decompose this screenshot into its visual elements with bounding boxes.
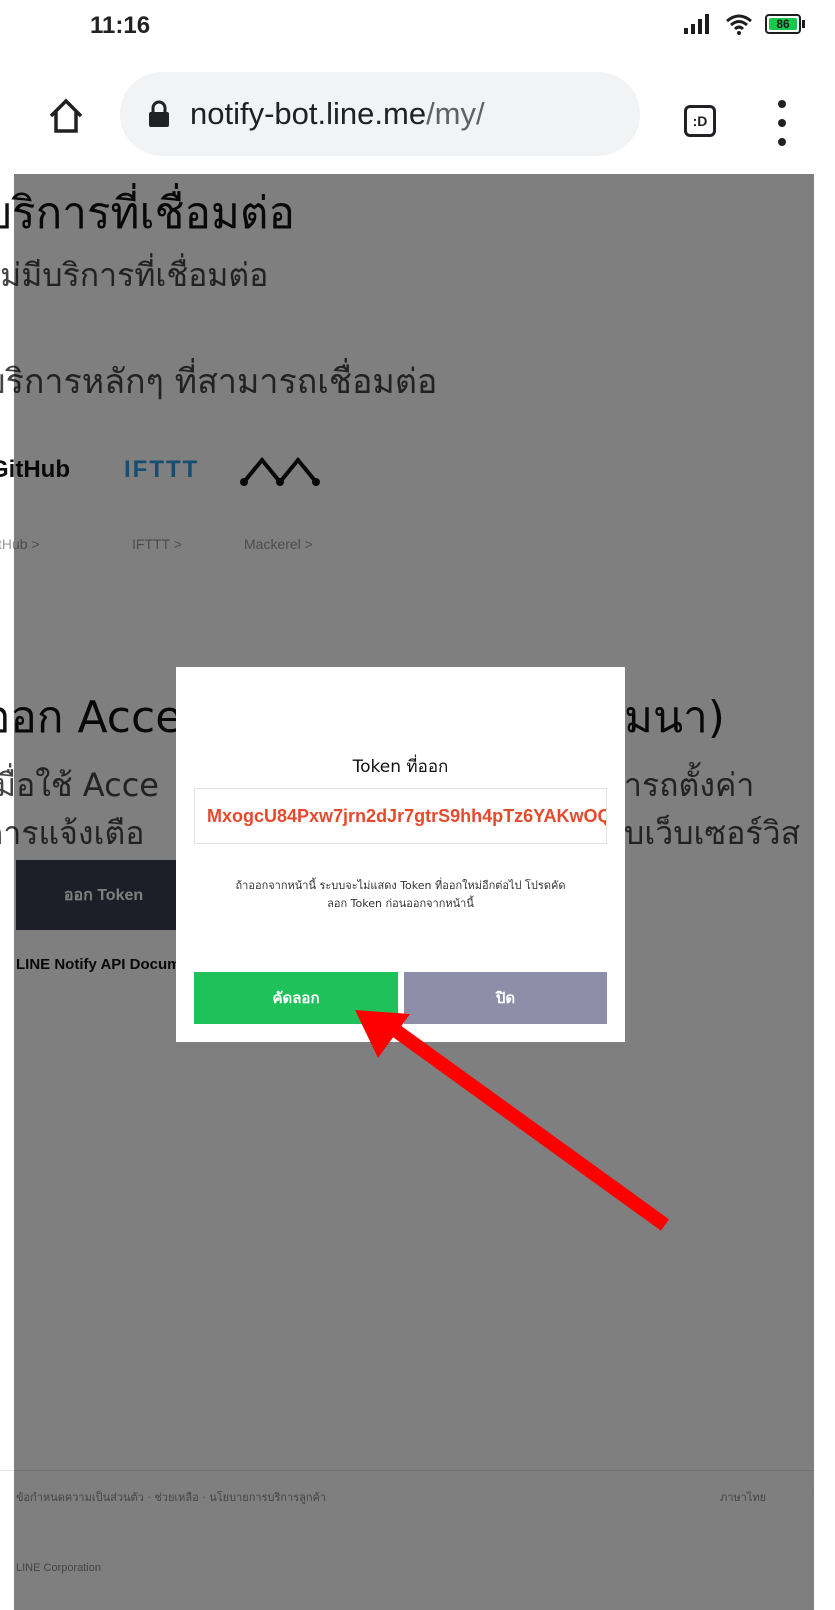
clock: 11:16 <box>90 12 151 39</box>
more-menu-icon[interactable] <box>772 100 792 146</box>
status-bar: 11:16 86 <box>0 0 835 48</box>
battery-level: 86 <box>769 17 797 31</box>
screen-edge <box>814 174 835 1610</box>
browser-toolbar: notify-bot.line.me/my/ :D <box>0 48 835 174</box>
token-field[interactable]: MxogcU84Pxw7jrn2dJr7gtrS9hh4pTz6YAKwOQ9o <box>194 788 607 844</box>
address-bar[interactable]: notify-bot.line.me/my/ <box>120 72 640 156</box>
close-button[interactable]: ปิด <box>404 972 607 1024</box>
wifi-icon <box>726 14 752 35</box>
dialog-note-line2: ลอก Token ก่อนออกจากหน้านี้ <box>327 897 474 910</box>
token-value[interactable]: MxogcU84Pxw7jrn2dJr7gtrS9hh4pTz6YAKwOQ9o <box>207 806 606 827</box>
copy-button[interactable]: คัดลอก <box>194 972 398 1024</box>
dialog-note-line1: ถ้าออกจากหน้านี้ ระบบจะไม่แสดง Token ที่… <box>235 879 566 892</box>
status-icons: 86 <box>683 12 805 36</box>
dialog-note: ถ้าออกจากหน้านี้ ระบบจะไม่แสดง Token ที่… <box>200 877 601 913</box>
dialog-title: Token ที่ออก <box>352 757 449 777</box>
battery-icon: 86 <box>765 14 805 34</box>
url-host: notify-bot.line.me <box>190 96 427 131</box>
tab-switcher-button[interactable]: :D <box>684 105 716 137</box>
home-icon <box>49 98 83 133</box>
url-text: notify-bot.line.me/my/ <box>190 96 485 132</box>
home-button[interactable] <box>44 94 88 138</box>
signal-icon <box>684 14 709 34</box>
url-path: /my/ <box>426 96 485 131</box>
token-dialog: Token ที่ออก MxogcU84Pxw7jrn2dJr7gtrS9hh… <box>176 667 625 1042</box>
lock-icon <box>146 99 172 129</box>
